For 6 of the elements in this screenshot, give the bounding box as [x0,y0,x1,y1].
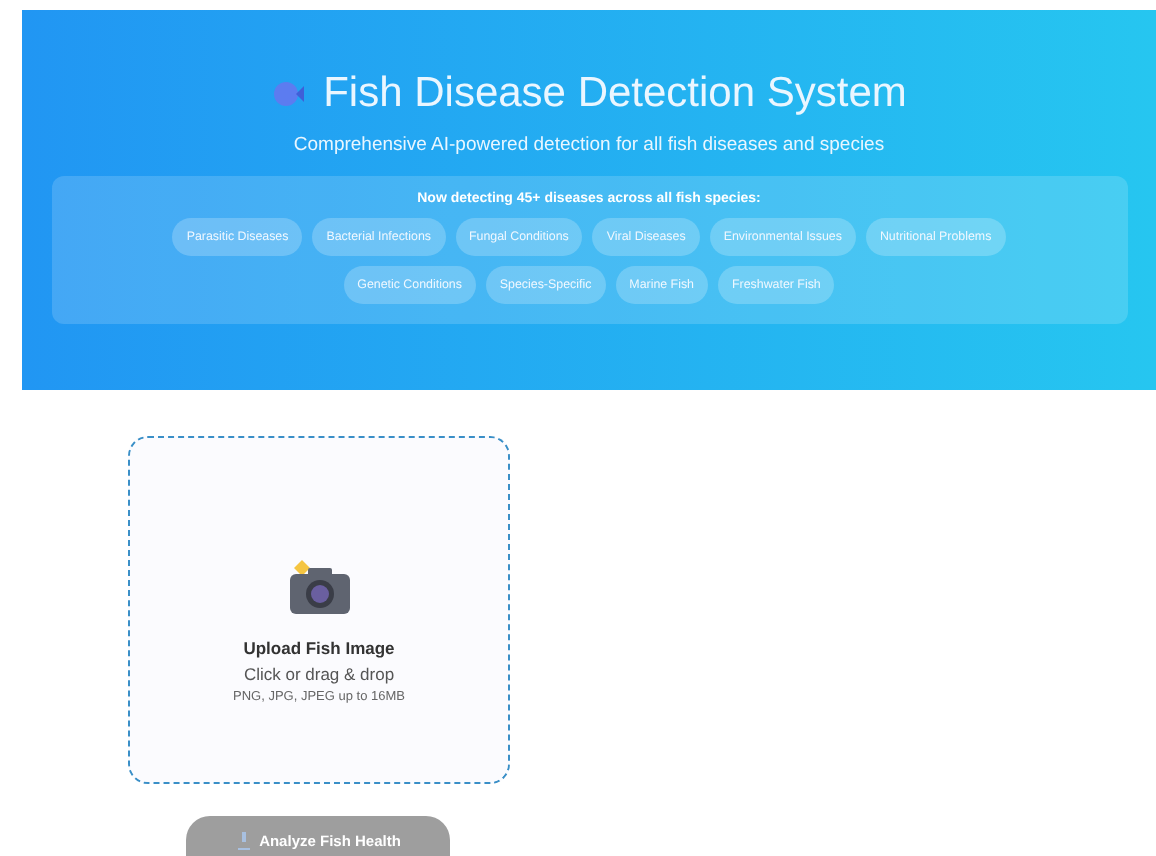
app-subtitle: Comprehensive AI-powered detection for all fish diseases and species [293,134,885,156]
app-title: Fish Disease Detection System [323,70,907,118]
fish-icon [271,78,304,110]
upload-hint: Click or drag & drop [243,664,395,684]
upload-title: Upload Fish Image [243,638,395,658]
camera-icon [285,556,353,616]
